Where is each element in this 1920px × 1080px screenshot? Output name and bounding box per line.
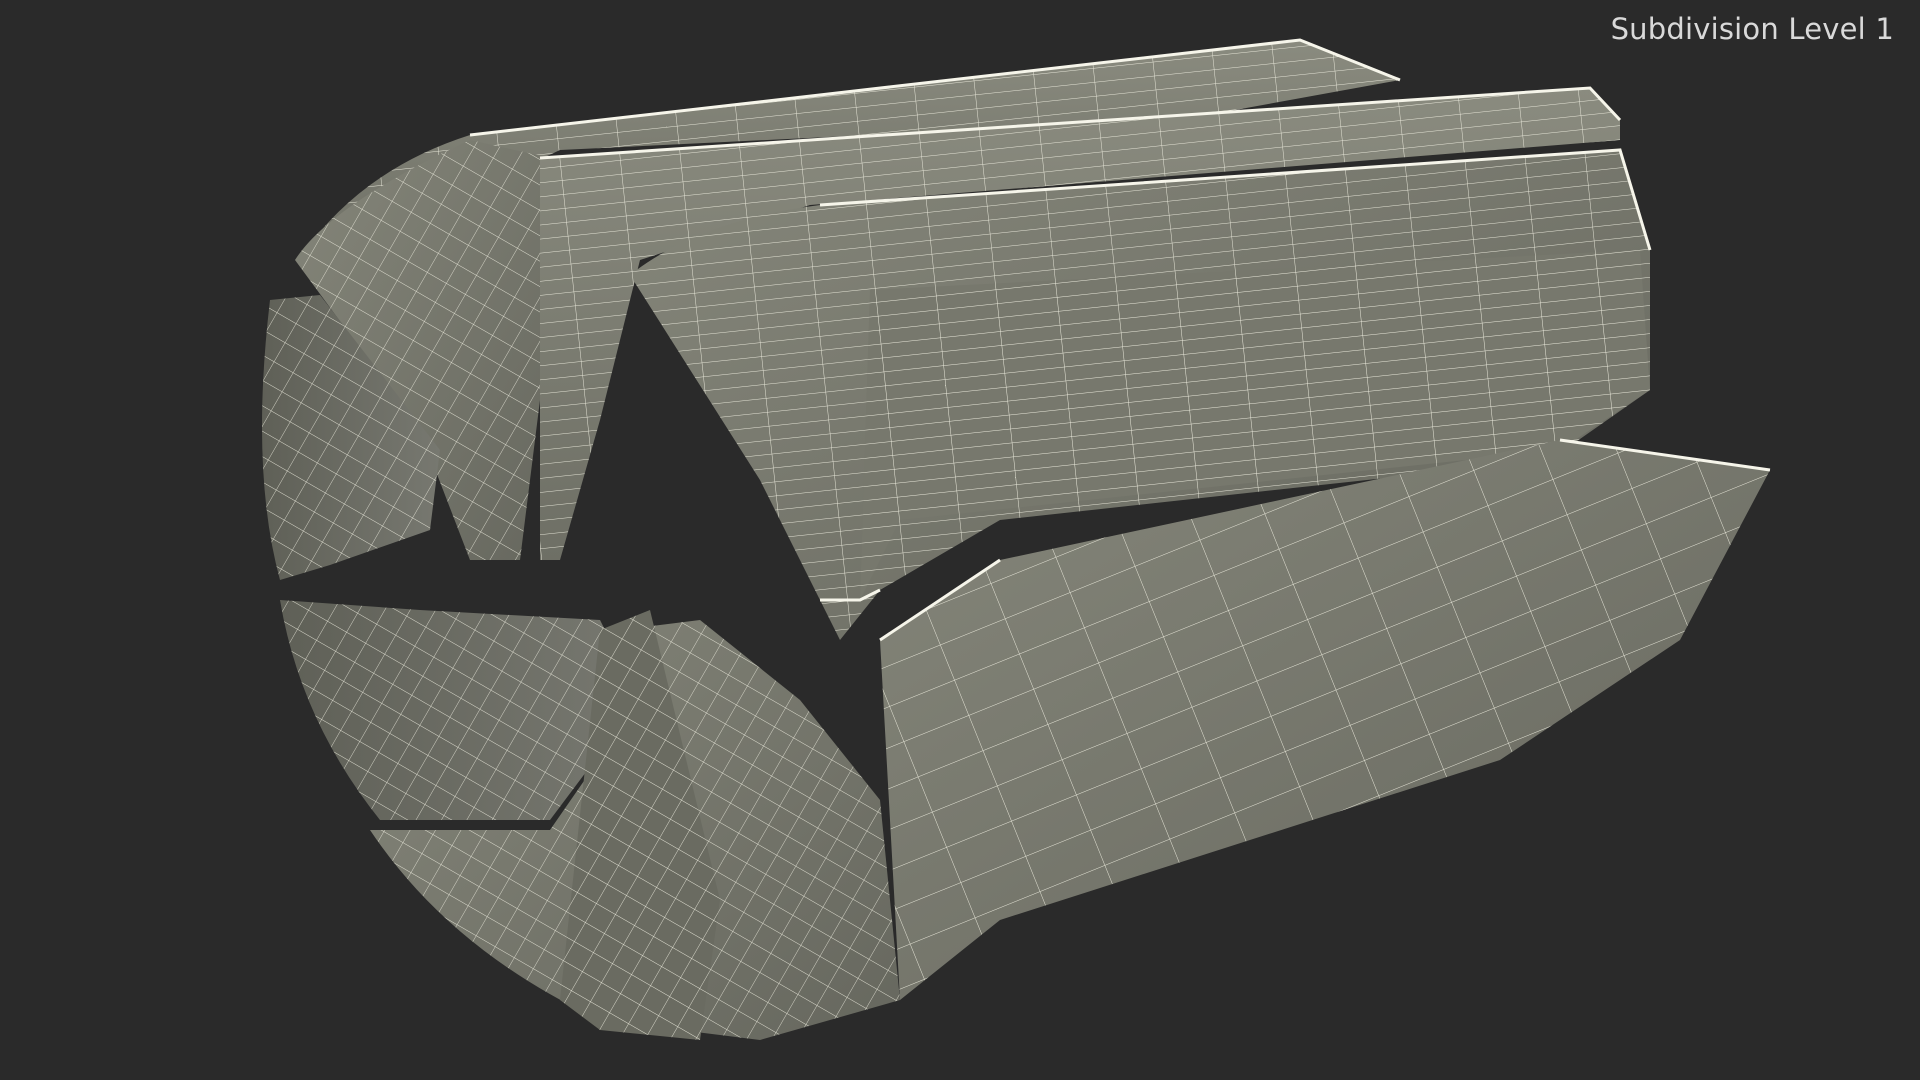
viewport: Subdivision Level 1 (0, 0, 1920, 1080)
wireframe-render (262, 38, 1771, 1040)
segment-bottom-front (880, 440, 1770, 1000)
subdivision-level-label: Subdivision Level 1 (1610, 12, 1894, 46)
